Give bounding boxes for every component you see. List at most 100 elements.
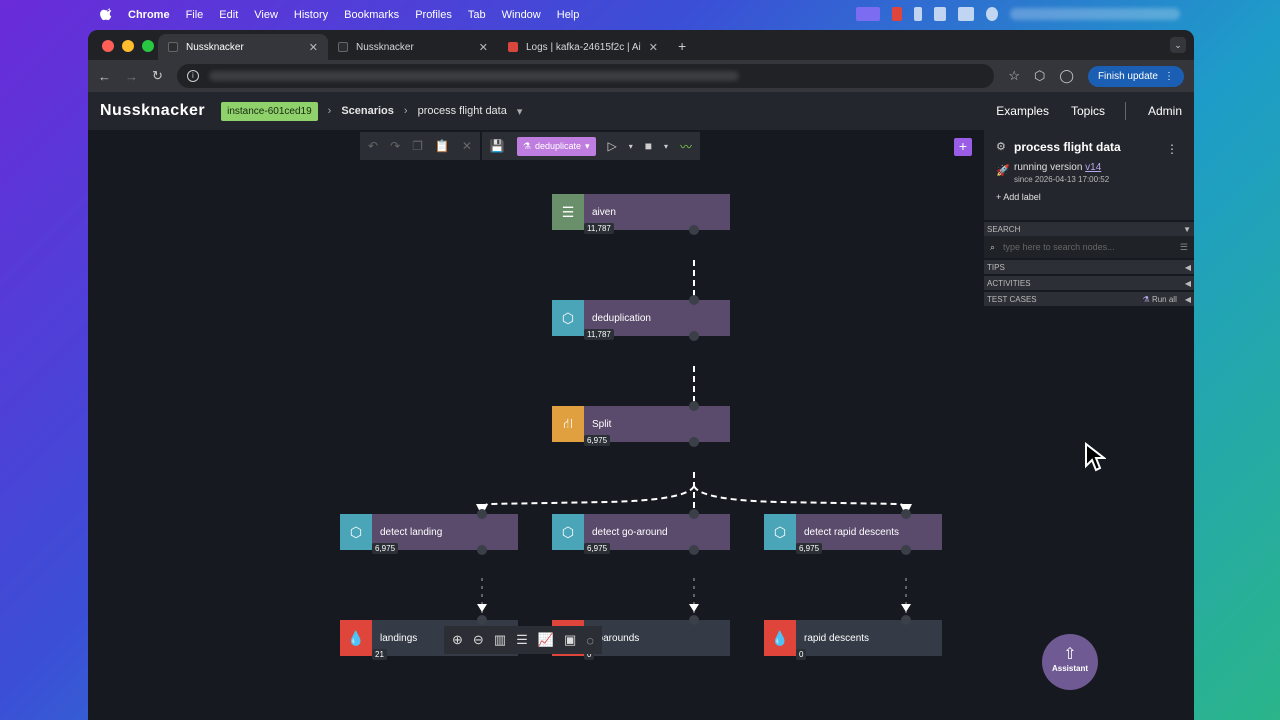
node-rapid-descents-sink[interactable]: 💧 rapid descents 0	[764, 615, 942, 660]
input-port[interactable]	[689, 401, 699, 411]
site-info-icon[interactable]: i	[186, 70, 199, 82]
input-port[interactable]	[689, 295, 699, 305]
output-port[interactable]	[901, 545, 911, 555]
screen-share-icon[interactable]	[856, 7, 880, 21]
layout-columns-icon[interactable]: ▥	[494, 632, 506, 648]
close-tab-icon[interactable]: ✕	[649, 41, 658, 54]
input-port[interactable]	[901, 509, 911, 519]
deploy-icon[interactable]: ▷	[608, 139, 617, 153]
bookmark-star-icon[interactable]: ☆	[1008, 68, 1020, 84]
paste-icon[interactable]: 📋	[435, 139, 450, 153]
chevron-down-icon[interactable]: ▾	[629, 142, 633, 151]
search-input[interactable]: type here to search nodes...	[1003, 242, 1172, 252]
input-port[interactable]	[689, 615, 699, 625]
undo-icon[interactable]: ↶	[368, 139, 378, 153]
tips-section-header[interactable]: TIPS ◀	[984, 260, 1194, 274]
nussknacker-logo[interactable]: Nussknacker	[100, 102, 205, 120]
finish-update-button[interactable]: Finish update ⋮	[1087, 65, 1184, 87]
input-port[interactable]	[901, 615, 911, 625]
menu-bookmarks[interactable]: Bookmarks	[344, 9, 399, 21]
reload-icon[interactable]: ↻	[152, 68, 163, 84]
browser-tab-aiven-logs[interactable]: Logs | kafka-24615f2c | Aiven ✕	[498, 34, 668, 60]
copy-icon[interactable]: ❐	[412, 139, 423, 153]
test-cases-section-header[interactable]: TEST CASES ⚗ Run all ◀	[984, 292, 1194, 306]
hide-icon[interactable]: ◌	[586, 633, 594, 648]
close-tab-icon[interactable]: ✕	[479, 41, 488, 54]
cancel-deploy-icon[interactable]: ■	[645, 139, 652, 153]
redo-icon[interactable]: ↷	[390, 139, 400, 153]
zoom-in-icon[interactable]: ⊕	[452, 632, 463, 648]
close-window-icon[interactable]	[102, 40, 114, 52]
delete-icon[interactable]: ✕	[462, 139, 472, 153]
kebab-menu-icon[interactable]: ⋮	[1166, 142, 1178, 156]
menu-history[interactable]: History	[294, 9, 328, 21]
menu-window[interactable]: Window	[502, 9, 541, 21]
output-port[interactable]	[689, 545, 699, 555]
test-adhoc-button[interactable]: ⚗ deduplicate ▾	[516, 136, 596, 156]
forward-icon[interactable]: →	[125, 69, 138, 84]
chevron-down-icon[interactable]: ▾	[517, 105, 523, 118]
extensions-icon[interactable]: ⬡	[1034, 68, 1045, 84]
volume-icon[interactable]	[934, 7, 946, 21]
nav-examples[interactable]: Examples	[996, 104, 1049, 118]
new-tab-button[interactable]: +	[668, 38, 696, 60]
output-port[interactable]	[689, 225, 699, 235]
version-link[interactable]: v14	[1085, 162, 1101, 173]
close-tab-icon[interactable]: ✕	[309, 41, 318, 54]
run-all-button[interactable]: ⚗ Run all	[1143, 295, 1177, 304]
menu-edit[interactable]: Edit	[219, 9, 238, 21]
menu-tab[interactable]: Tab	[468, 9, 486, 21]
chevron-down-icon[interactable]: ▾	[664, 142, 668, 151]
image-icon[interactable]: ▣	[564, 632, 576, 648]
battery-icon[interactable]	[914, 7, 922, 21]
node-aiven[interactable]: ☰ aiven 11,787	[552, 194, 730, 235]
node-split[interactable]: ⛙ Split 6,975	[552, 401, 730, 447]
activities-section-header[interactable]: ACTIVITIES ◀	[984, 276, 1194, 290]
user-icon[interactable]	[986, 7, 998, 21]
output-port[interactable]	[689, 331, 699, 341]
graph-canvas[interactable]: ↶ ↷ ❐ 📋 ✕ 💾 ⚗ deduplicate ▾ ▷ ▾ ■ ▾ 〰 ☰ …	[88, 130, 1194, 690]
filter-icon[interactable]: ☰	[1180, 242, 1188, 253]
browser-tab-nussknacker-2[interactable]: Nussknacker ✕	[328, 34, 498, 60]
apple-icon[interactable]	[100, 8, 114, 22]
minimize-window-icon[interactable]	[122, 40, 134, 52]
search-section-header[interactable]: SEARCH ▼	[984, 222, 1194, 236]
back-icon[interactable]: ←	[98, 69, 111, 84]
menu-help[interactable]: Help	[557, 9, 580, 21]
node-detect-go-around[interactable]: ⬡ detect go-around 6,975	[552, 509, 730, 555]
menu-profiles[interactable]: Profiles	[415, 9, 452, 21]
output-port[interactable]	[689, 437, 699, 447]
menu-file[interactable]: File	[186, 9, 204, 21]
input-port[interactable]	[477, 509, 487, 519]
assistant-button[interactable]: ⇧ Assistant	[1042, 634, 1098, 690]
zoom-out-icon[interactable]: ⊖	[473, 632, 484, 648]
output-port[interactable]	[477, 545, 487, 555]
maximize-window-icon[interactable]	[142, 40, 154, 52]
input-port[interactable]	[689, 509, 699, 519]
input-port[interactable]	[477, 615, 487, 625]
profile-icon[interactable]: ◯	[1059, 68, 1074, 84]
breadcrumb-current[interactable]: process flight data	[418, 105, 507, 117]
breadcrumb-scenarios[interactable]: Scenarios	[341, 105, 394, 117]
node-detect-rapid-descents[interactable]: ⬡ detect rapid descents 6,975	[764, 509, 942, 555]
record-icon[interactable]	[892, 7, 902, 21]
chart-icon[interactable]: 📈	[538, 632, 554, 648]
metrics-icon[interactable]: 〰	[680, 138, 692, 155]
tab-search-chevron-icon[interactable]: ⌄	[1170, 37, 1186, 53]
edge-split-landing[interactable]	[476, 485, 695, 516]
nav-admin[interactable]: Admin	[1148, 104, 1182, 118]
edge-split-rapid[interactable]	[693, 485, 912, 516]
add-node-button[interactable]: +	[954, 138, 972, 156]
browser-tab-nussknacker-1[interactable]: Nussknacker ✕	[158, 34, 328, 60]
node-detect-landing[interactable]: ⬡ detect landing 6,975	[340, 509, 518, 555]
nav-topics[interactable]: Topics	[1071, 104, 1105, 118]
node-deduplication[interactable]: ⬡ deduplication 11,787	[552, 295, 730, 341]
save-icon[interactable]: 💾	[490, 139, 505, 153]
menu-view[interactable]: View	[254, 9, 278, 21]
address-bar[interactable]: i	[176, 64, 995, 88]
add-label-button[interactable]: + Add label	[996, 192, 1182, 202]
search-box[interactable]: ⌕ type here to search nodes... ☰	[984, 236, 1194, 258]
menu-app-name[interactable]: Chrome	[128, 9, 170, 21]
align-icon[interactable]: ☰	[516, 632, 528, 648]
keyboard-icon[interactable]	[958, 7, 974, 21]
